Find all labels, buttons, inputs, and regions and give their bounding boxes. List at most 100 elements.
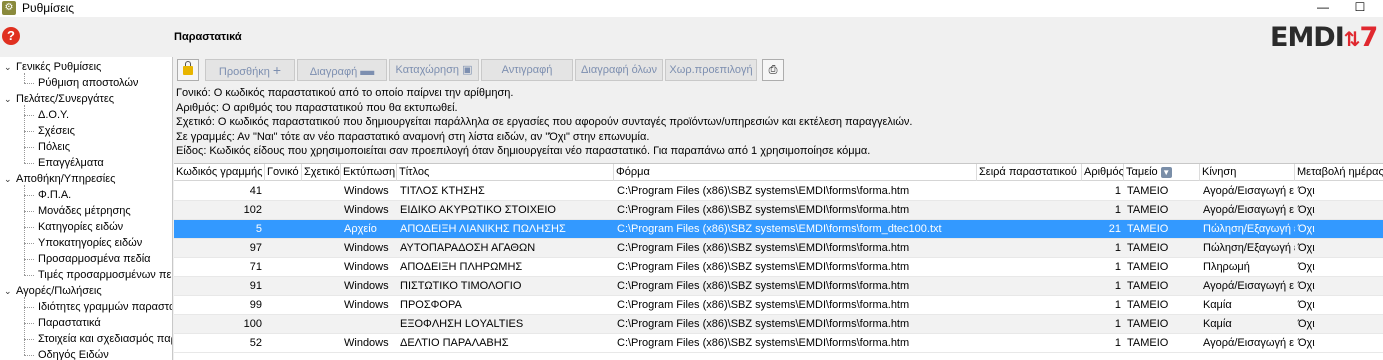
cell-form[interactable]: C:\Program Files (x86)\SBZ systems\EMDI\…: [614, 315, 977, 333]
delete-all-button[interactable]: Διαγραφή όλων: [575, 59, 663, 81]
tree-item[interactable]: Οδηγός Ειδών: [38, 347, 109, 360]
table-row[interactable]: 91 Windows ΠΙΣΤΩΤΙΚΟ ΤΙΜΟΛΟΓΙΟ C:\Program F…: [174, 277, 1383, 296]
cell-cash[interactable]: ΤΑΜΕΙΟ: [1124, 182, 1200, 200]
cell-form[interactable]: C:\Program Files (x86)\SBZ systems\EMDI\…: [614, 334, 977, 352]
cell-parent[interactable]: [265, 201, 302, 219]
cell-related[interactable]: [302, 258, 341, 276]
cell-parent[interactable]: [265, 220, 302, 238]
tree-item[interactable]: Δ.Ο.Υ.: [38, 107, 69, 123]
cell-print[interactable]: Windows: [341, 182, 397, 200]
cell-form[interactable]: C:\Program Files (x86)\SBZ systems\EMDI\…: [614, 239, 977, 257]
cell-number[interactable]: 1: [1082, 182, 1124, 200]
cell-day-change[interactable]: Όχι: [1295, 296, 1383, 314]
table-row[interactable]: 102 Windows ΕΙΔΙΚΟ ΑΚΥΡΩΤΙΚΟ ΣΤΟΙΧΕΙΟ C:\Pr…: [174, 201, 1383, 220]
cell-cash[interactable]: ΤΑΜΕΙΟ: [1124, 334, 1200, 352]
cell-day-change[interactable]: Όχι: [1295, 239, 1383, 257]
cell-form[interactable]: C:\Program Files (x86)\SBZ systems\EMDI\…: [614, 258, 977, 276]
cell-title[interactable]: ΠΙΣΤΩΤΙΚΟ ΤΙΜΟΛΟΓΙΟ: [397, 277, 614, 295]
cell-code[interactable]: 5: [174, 220, 265, 238]
column-header[interactable]: Αριθμός: [1082, 164, 1124, 181]
tree-item[interactable]: Κατηγορίες ειδών: [38, 219, 123, 235]
cell-cash[interactable]: ΤΑΜΕΙΟ: [1124, 239, 1200, 257]
cell-cash[interactable]: ΤΑΜΕΙΟ: [1124, 258, 1200, 276]
cell-print[interactable]: Αρχείο: [341, 220, 397, 238]
cell-print[interactable]: Windows: [341, 277, 397, 295]
column-header[interactable]: Σειρά παραστατικού: [977, 164, 1082, 181]
cell-series[interactable]: [977, 220, 1082, 238]
cell-movement[interactable]: Καμία: [1200, 315, 1295, 333]
chevron-down-icon[interactable]: ⌄: [4, 59, 16, 75]
table-row[interactable]: 5 Αρχείο ΑΠΟΔΕΙΞΗ ΛΙΑΝΙΚΗΣ ΠΩΛΗΣΗΣ C:\Progr…: [174, 220, 1383, 239]
tree-group[interactable]: ⌄ Αποθήκη/Υπηρεσίες: [4, 171, 115, 187]
cell-series[interactable]: [977, 182, 1082, 200]
default-printer-button[interactable]: Χωρ.προεπιλογή: [665, 59, 757, 81]
filter-icon[interactable]: ▼: [1160, 166, 1172, 178]
cell-movement[interactable]: Πώληση/Εξαγωγή ε: [1200, 239, 1295, 257]
tree-item[interactable]: Φ.Π.Α.: [38, 187, 71, 203]
cell-movement[interactable]: Πληρωμή: [1200, 258, 1295, 276]
cell-parent[interactable]: [265, 277, 302, 295]
cell-number[interactable]: 1: [1082, 239, 1124, 257]
cell-parent[interactable]: [265, 239, 302, 257]
table-row[interactable]: 71 Windows ΑΠΟΔΕΙΞΗ ΠΛΗΡΩΜΗΣ C:\Program Fil…: [174, 258, 1383, 277]
cell-movement[interactable]: Αγορά/Εισαγωγή ε: [1200, 334, 1295, 352]
save-button[interactable]: Καταχώρηση ▣: [389, 59, 479, 81]
tree-item[interactable]: Ιδιότητες γραμμών παραστα: [38, 299, 172, 315]
cell-code[interactable]: 52: [174, 334, 265, 352]
cell-form[interactable]: C:\Program Files (x86)\SBZ systems\EMDI\…: [614, 296, 977, 314]
tree-item[interactable]: Προσαρμοσμένα πεδία: [38, 251, 151, 267]
cell-related[interactable]: [302, 315, 341, 333]
table-row[interactable]: 99 Windows ΠΡΟΣΦΟΡΑ C:\Program Files (x86)\…: [174, 296, 1383, 315]
cell-number[interactable]: 1: [1082, 277, 1124, 295]
cell-parent[interactable]: [265, 258, 302, 276]
cell-series[interactable]: [977, 258, 1082, 276]
cell-form[interactable]: C:\Program Files (x86)\SBZ systems\EMDI\…: [614, 182, 977, 200]
cell-related[interactable]: [302, 277, 341, 295]
cell-print[interactable]: Windows: [341, 201, 397, 219]
cell-code[interactable]: 99: [174, 296, 265, 314]
print-button[interactable]: ⎙: [762, 59, 784, 81]
cell-number[interactable]: 1: [1082, 258, 1124, 276]
cell-day-change[interactable]: Όχι: [1295, 315, 1383, 333]
help-icon[interactable]: ?: [2, 27, 20, 45]
cell-title[interactable]: ΑΠΟΔΕΙΞΗ ΛΙΑΝΙΚΗΣ ΠΩΛΗΣΗΣ: [397, 220, 614, 238]
cell-cash[interactable]: ΤΑΜΕΙΟ: [1124, 296, 1200, 314]
table-row[interactable]: 41 Windows ΤΙΤΛΟΣ ΚΤΗΣΗΣ C:\Program Files (…: [174, 182, 1383, 201]
cell-code[interactable]: 91: [174, 277, 265, 295]
chevron-down-icon[interactable]: ⌄: [4, 283, 16, 299]
cell-code[interactable]: 100: [174, 315, 265, 333]
cell-print[interactable]: Windows: [341, 239, 397, 257]
cell-form[interactable]: C:\Program Files (x86)\SBZ systems\EMDI\…: [614, 277, 977, 295]
cell-title[interactable]: ΑΠΟΔΕΙΞΗ ΠΛΗΡΩΜΗΣ: [397, 258, 614, 276]
cell-number[interactable]: 21: [1082, 220, 1124, 238]
cell-title[interactable]: ΕΙΔΙΚΟ ΑΚΥΡΩΤΙΚΟ ΣΤΟΙΧΕΙΟ: [397, 201, 614, 219]
chevron-down-icon[interactable]: ⌄: [4, 171, 16, 187]
cell-print[interactable]: Windows: [341, 296, 397, 314]
delete-button[interactable]: Διαγραφή ▬: [297, 59, 387, 81]
column-header[interactable]: Κωδικός γραμμής: [174, 164, 265, 181]
cell-parent[interactable]: [265, 182, 302, 200]
cell-code[interactable]: 41: [174, 182, 265, 200]
cell-form[interactable]: C:\Program Files (x86)\SBZ systems\EMDI\…: [614, 220, 977, 238]
cell-form[interactable]: C:\Program Files (x86)\SBZ systems\EMDI\…: [614, 201, 977, 219]
cell-day-change[interactable]: Όχι: [1295, 334, 1383, 352]
cell-code[interactable]: 102: [174, 201, 265, 219]
cell-series[interactable]: [977, 201, 1082, 219]
cell-number[interactable]: 1: [1082, 334, 1124, 352]
table-row[interactable]: 52 Windows ΔΕΛΤΙΟ ΠΑΡΑΛΑΒΗΣ C:\Program File…: [174, 334, 1383, 353]
cell-title[interactable]: ΑΥΤΟΠΑΡΑΔΟΣΗ ΑΓΑΘΩΝ: [397, 239, 614, 257]
cell-parent[interactable]: [265, 334, 302, 352]
cell-series[interactable]: [977, 315, 1082, 333]
cell-cash[interactable]: ΤΑΜΕΙΟ: [1124, 220, 1200, 238]
table-row[interactable]: 100 ΕΞΟΦΛΗΣΗ LOYALTIES C:\Program Files (x…: [174, 315, 1383, 334]
tree-item[interactable]: Ρύθμιση αποστολών: [38, 75, 138, 91]
cell-title[interactable]: ΔΕΛΤΙΟ ΠΑΡΑΛΑΒΗΣ: [397, 334, 614, 352]
cell-related[interactable]: [302, 220, 341, 238]
cell-title[interactable]: ΕΞΟΦΛΗΣΗ LOYALTIES: [397, 315, 614, 333]
cell-code[interactable]: 97: [174, 239, 265, 257]
cell-related[interactable]: [302, 201, 341, 219]
cell-series[interactable]: [977, 296, 1082, 314]
cell-title[interactable]: ΤΙΤΛΟΣ ΚΤΗΣΗΣ: [397, 182, 614, 200]
cell-series[interactable]: [977, 277, 1082, 295]
column-header[interactable]: Εκτύπωση: [341, 164, 397, 181]
